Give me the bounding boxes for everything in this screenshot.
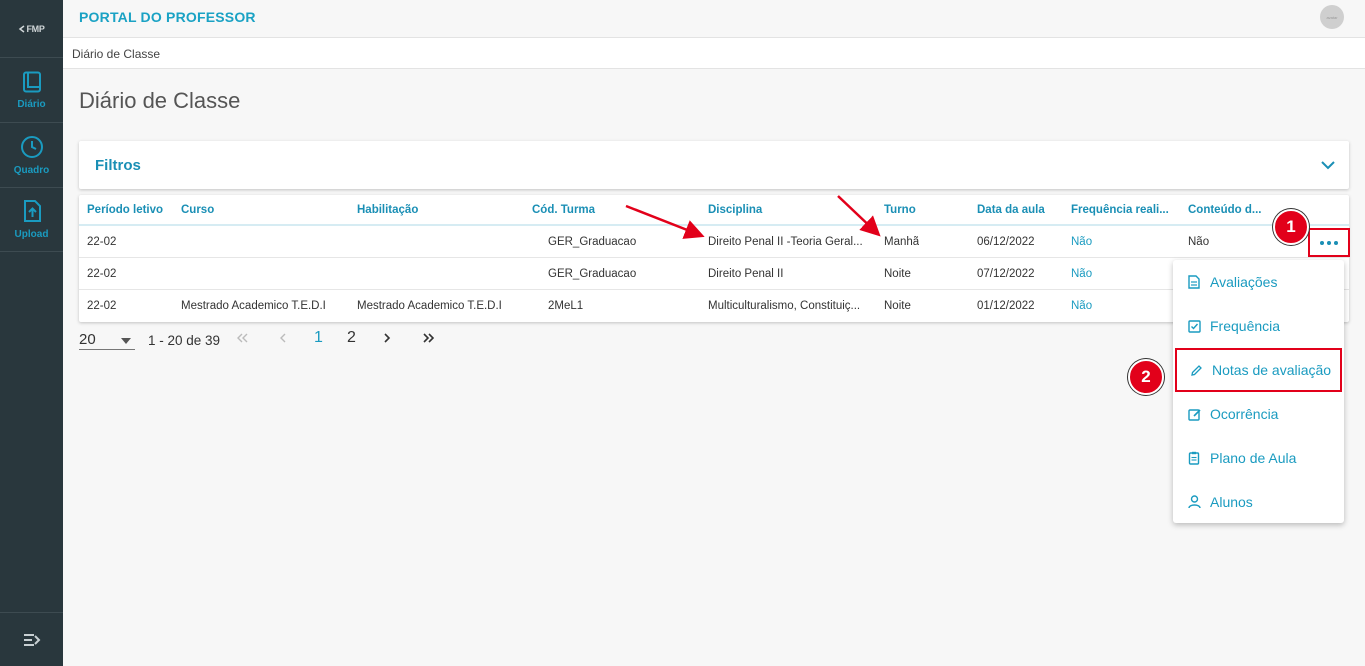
- annotation-badge-2: 2: [1128, 359, 1164, 395]
- menu-item-notas-de-avaliacao[interactable]: Notas de avaliação: [1175, 348, 1342, 392]
- menu-item-avaliacoes[interactable]: Avaliações: [1173, 260, 1344, 304]
- ellipsis-icon: [1327, 240, 1331, 245]
- column-header-periodo[interactable]: Período letivo: [87, 204, 173, 216]
- cell-frequencia[interactable]: Não: [1071, 300, 1092, 312]
- cell-turno: Noite: [884, 300, 911, 312]
- cell-cod-turma: 2MeL1: [548, 300, 584, 312]
- first-page-icon[interactable]: [237, 333, 249, 343]
- last-page-icon[interactable]: [422, 333, 434, 343]
- row-actions-menu: Avaliações Frequência Notas de avaliação…: [1173, 260, 1344, 523]
- upload-icon: [23, 200, 41, 222]
- page-1-button[interactable]: 1: [314, 329, 323, 347]
- sidebar-item-quadro[interactable]: Quadro: [0, 122, 63, 187]
- breadcrumb[interactable]: Diário de Classe: [72, 47, 160, 61]
- class-diary-table: Período letivo Curso Habilitação Cód. Tu…: [79, 195, 1349, 322]
- menu-item-plano-de-aula[interactable]: Plano de Aula: [1173, 436, 1344, 480]
- book-icon: [22, 71, 41, 92]
- cell-conteudo: Não: [1188, 236, 1210, 248]
- cell-data: 01/12/2022: [977, 300, 1035, 312]
- cell-turno: Noite: [884, 268, 911, 280]
- column-header-habilitacao[interactable]: Habilitação: [357, 204, 517, 216]
- cell-disciplina: Multiculturalismo, Constituiç...: [708, 300, 861, 312]
- column-header-data[interactable]: Data da aula: [977, 204, 1062, 216]
- top-bar: PORTAL DO PROFESSOR avatar: [63, 0, 1365, 37]
- page-range: 1 - 20 de 39: [148, 333, 221, 348]
- portal-title: PORTAL DO PROFESSOR: [79, 9, 256, 25]
- table-header: Período letivo Curso Habilitação Cód. Tu…: [79, 195, 1349, 226]
- logo-text: FMP: [26, 23, 45, 34]
- ellipsis-icon: [1333, 240, 1338, 245]
- chevron-down-icon[interactable]: [1321, 161, 1335, 170]
- cell-cod-turma: GER_Graduacao: [548, 236, 637, 248]
- cell-cod-turma: GER_Graduacao: [548, 268, 637, 280]
- cell-frequencia[interactable]: Não: [1071, 268, 1092, 280]
- cell-periodo: 22-02: [87, 236, 117, 248]
- pencil-icon: [1191, 364, 1202, 376]
- menu-item-label: Alunos: [1210, 494, 1253, 510]
- menu-collapse-icon: [23, 633, 40, 646]
- sidebar-item-label: Quadro: [13, 164, 50, 176]
- menu-item-frequencia[interactable]: Frequência: [1173, 304, 1344, 348]
- breadcrumb-bar: Diário de Classe: [63, 37, 1365, 69]
- annotation-badge-1: 1: [1273, 209, 1309, 245]
- menu-item-label: Plano de Aula: [1210, 450, 1297, 466]
- clock-icon: [20, 135, 43, 158]
- cell-curso: Mestrado Academico T.E.D.I: [181, 300, 326, 312]
- cell-disciplina: Direito Penal II -Teoria Geral...: [708, 236, 863, 248]
- cell-data: 07/12/2022: [977, 268, 1035, 280]
- menu-item-label: Ocorrência: [1210, 406, 1279, 422]
- clipboard-icon: [1188, 451, 1200, 465]
- next-page-icon[interactable]: [383, 333, 391, 343]
- ellipsis-icon: [1320, 240, 1325, 245]
- page-size-select[interactable]: 20: [79, 330, 135, 350]
- checkbox-icon: [1188, 319, 1201, 333]
- sidebar-item-diario[interactable]: Diário: [0, 57, 63, 122]
- column-header-turno[interactable]: Turno: [884, 204, 964, 216]
- avatar-text: avatar: [1326, 14, 1338, 20]
- filters-panel[interactable]: Filtros: [79, 141, 1349, 189]
- row-actions-button[interactable]: [1308, 228, 1350, 257]
- column-header-curso[interactable]: Curso: [181, 204, 341, 216]
- cell-frequencia[interactable]: Não: [1071, 236, 1092, 248]
- column-header-conteudo[interactable]: Conteúdo d...: [1188, 204, 1273, 216]
- cell-turno: Manhã: [884, 236, 920, 248]
- collapse-menu-button[interactable]: [0, 612, 63, 666]
- app-logo: FMP: [0, 0, 63, 57]
- cell-data: 06/12/2022: [977, 236, 1035, 248]
- menu-item-label: Frequência: [1210, 318, 1281, 334]
- menu-item-label: Avaliações: [1210, 274, 1278, 290]
- filters-title: Filtros: [95, 157, 141, 174]
- column-header-frequencia[interactable]: Frequência reali...: [1071, 204, 1181, 216]
- document-icon: [1188, 275, 1200, 289]
- column-header-cod-turma[interactable]: Cód. Turma: [532, 204, 692, 216]
- menu-item-alunos[interactable]: Alunos: [1173, 480, 1344, 524]
- menu-item-ocorrencia[interactable]: Ocorrência: [1173, 392, 1344, 436]
- cell-periodo: 22-02: [87, 300, 117, 312]
- page-title: Diário de Classe: [79, 88, 241, 113]
- prev-page-icon[interactable]: [279, 333, 287, 343]
- table-row[interactable]: 22-02 GER_Graduacao Direito Penal II Noi…: [79, 258, 1349, 290]
- sidebar-item-label: Upload: [14, 229, 49, 240]
- cell-habilitacao: Mestrado Academico T.E.D.I: [357, 300, 502, 312]
- page-size-value: 20: [79, 331, 96, 348]
- sidebar: FMP Diário Quadro Upload: [0, 0, 63, 666]
- sidebar-item-label: Diário: [17, 98, 46, 110]
- dropdown-arrow-icon: [121, 338, 131, 344]
- menu-item-label: Notas de avaliação: [1212, 362, 1332, 378]
- sidebar-item-upload[interactable]: Upload: [0, 187, 63, 252]
- table-row[interactable]: 22-02 Mestrado Academico T.E.D.I Mestrad…: [79, 290, 1349, 322]
- avatar[interactable]: avatar: [1320, 5, 1344, 29]
- page-2-button[interactable]: 2: [347, 329, 356, 347]
- cell-disciplina: Direito Penal II: [708, 268, 784, 280]
- column-header-disciplina[interactable]: Disciplina: [708, 204, 868, 216]
- edit-note-icon: [1188, 408, 1201, 421]
- table-row[interactable]: 22-02 GER_Graduacao Direito Penal II -Te…: [79, 226, 1349, 258]
- logo-mark-icon: [19, 24, 25, 33]
- cell-periodo: 22-02: [87, 268, 117, 280]
- user-icon: [1188, 495, 1201, 509]
